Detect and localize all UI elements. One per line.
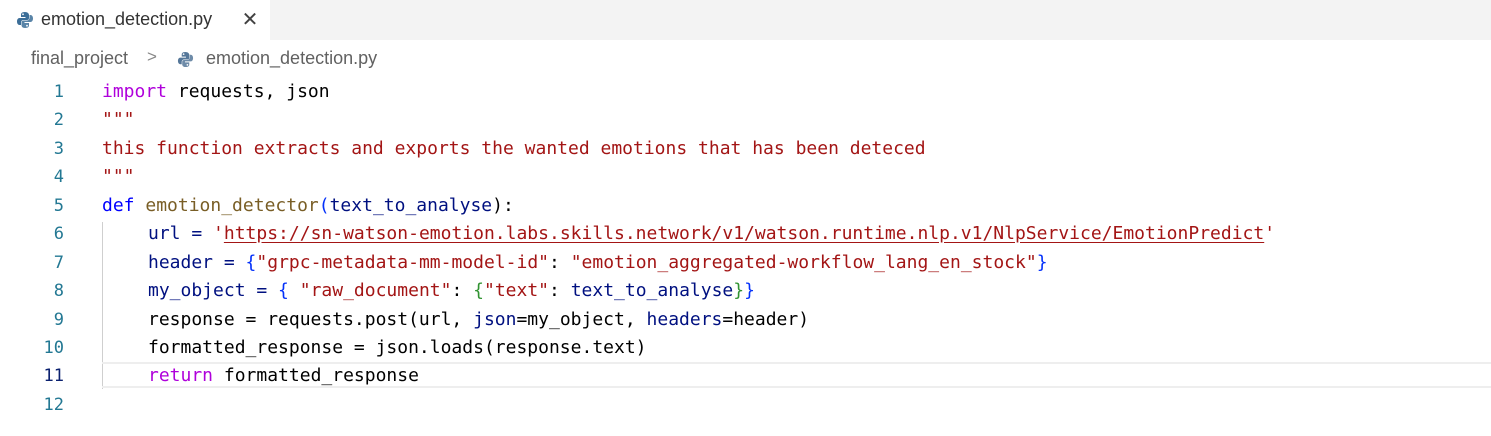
tab-label: emotion_detection.py	[41, 9, 213, 29]
line-number: 8	[53, 281, 64, 301]
code-line-3[interactable]: 3 this function extracts and exports the…	[0, 135, 1491, 163]
code-line-9[interactable]: 9 response = requests.post(url, json=my_…	[0, 306, 1491, 334]
code-text: header = {"grpc-metadata-mm-model-id": "…	[148, 252, 1048, 273]
code-fragment	[289, 280, 300, 301]
keyword: def	[102, 195, 135, 216]
close-icon[interactable]: ✕	[241, 9, 259, 31]
paren: (	[318, 195, 330, 216]
code-line-5[interactable]: 5 def emotion_detector(text_to_analyse):	[0, 192, 1491, 220]
code-fragment: response = requests.post(url,	[148, 309, 474, 330]
brace: {	[473, 280, 484, 301]
line-number: 6	[53, 224, 64, 244]
code-line-12[interactable]: 12	[0, 391, 1491, 419]
line-number: 3	[53, 139, 64, 159]
keyword: import	[102, 81, 168, 102]
brace: }	[1036, 252, 1048, 273]
code-line-4[interactable]: 4 """	[0, 163, 1491, 191]
brace: {	[245, 252, 257, 273]
code-fragment: :	[549, 252, 571, 273]
code-text: url = 'https://sn-watson-emotion.labs.sk…	[148, 223, 1275, 244]
line-number: 11	[43, 366, 64, 386]
parameter: text_to_analyse	[329, 195, 493, 216]
line-number: 10	[43, 338, 64, 358]
code-fragment: =header)	[722, 309, 810, 330]
string-value: "emotion_aggregated-workflow_lang_en_sto…	[570, 252, 1037, 273]
code-text: return formatted_response	[148, 365, 419, 386]
docstring-text: this function extracts and exports the w…	[102, 138, 926, 159]
code-line-8[interactable]: 8 my_object = { "raw_document": {"text":…	[0, 277, 1491, 305]
variable: text_to_analyse	[570, 280, 734, 301]
brace: }	[744, 280, 755, 301]
breadcrumb: final_project > emotion_detection.py	[0, 46, 1491, 74]
line-number: 7	[53, 253, 64, 273]
line-number: 2	[53, 110, 64, 130]
code-text: formatted_response = json.loads(response…	[148, 337, 647, 358]
brace: }	[733, 280, 745, 301]
docstring-delimiter: """	[102, 109, 135, 130]
breadcrumb-file[interactable]: emotion_detection.py	[206, 48, 377, 69]
breadcrumb-folder[interactable]: final_project	[31, 48, 128, 69]
code-text: import requests, json	[102, 81, 330, 102]
string-key: "grpc-metadata-mm-model-id"	[256, 252, 549, 273]
code-fragment: requests, json	[167, 81, 330, 102]
python-icon	[16, 11, 34, 34]
code-line-2[interactable]: 2 """	[0, 106, 1491, 134]
code-line-6[interactable]: 6 url = 'https://sn-watson-emotion.labs.…	[0, 220, 1491, 248]
keyword-argument: headers	[646, 309, 723, 330]
code-editor[interactable]: 1 import requests, json 2 """ 3 this fun…	[0, 76, 1491, 436]
string-quote: '	[1264, 223, 1276, 244]
code-fragment: header =	[148, 252, 246, 273]
docstring-delimiter: """	[102, 166, 135, 187]
code-fragment: :	[549, 280, 571, 301]
code-fragment: url =	[148, 223, 214, 244]
chevron-right-icon: >	[147, 47, 157, 66]
code-fragment: =my_object,	[516, 309, 647, 330]
string-key: "raw_document"	[299, 280, 452, 301]
code-fragment: my_object =	[148, 280, 279, 301]
code-text: def emotion_detector(text_to_analyse):	[102, 195, 514, 216]
string-key: "text"	[483, 280, 550, 301]
keyword-argument: json	[473, 309, 517, 330]
line-number: 12	[43, 395, 64, 415]
code-line-1[interactable]: 1 import requests, json	[0, 78, 1491, 106]
line-number: 1	[53, 82, 64, 102]
function-name: emotion_detector	[145, 195, 319, 216]
code-line-11[interactable]: 11 return formatted_response	[0, 362, 1491, 390]
brace: {	[278, 280, 289, 301]
code-fragment: :	[451, 280, 474, 301]
tab-emotion-detection[interactable]: emotion_detection.py ✕	[0, 0, 270, 40]
line-number: 4	[53, 167, 64, 187]
code-text: my_object = { "raw_document": {"text": t…	[148, 280, 755, 301]
code-text: response = requests.post(url, json=my_ob…	[148, 309, 809, 330]
tab-bar: emotion_detection.py ✕	[0, 0, 1491, 40]
line-number: 5	[53, 196, 64, 216]
code-line-10[interactable]: 10 formatted_response = json.loads(respo…	[0, 334, 1491, 362]
string-quote: '	[213, 223, 224, 244]
code-fragment: formatted_response	[213, 365, 419, 386]
code-fragment: ):	[492, 195, 514, 216]
url-link[interactable]: https://sn-watson-emotion.labs.skills.ne…	[224, 223, 1264, 244]
keyword: return	[148, 365, 214, 386]
line-number: 9	[53, 310, 64, 330]
code-line-7[interactable]: 7 header = {"grpc-metadata-mm-model-id":…	[0, 249, 1491, 277]
python-icon	[177, 51, 194, 73]
